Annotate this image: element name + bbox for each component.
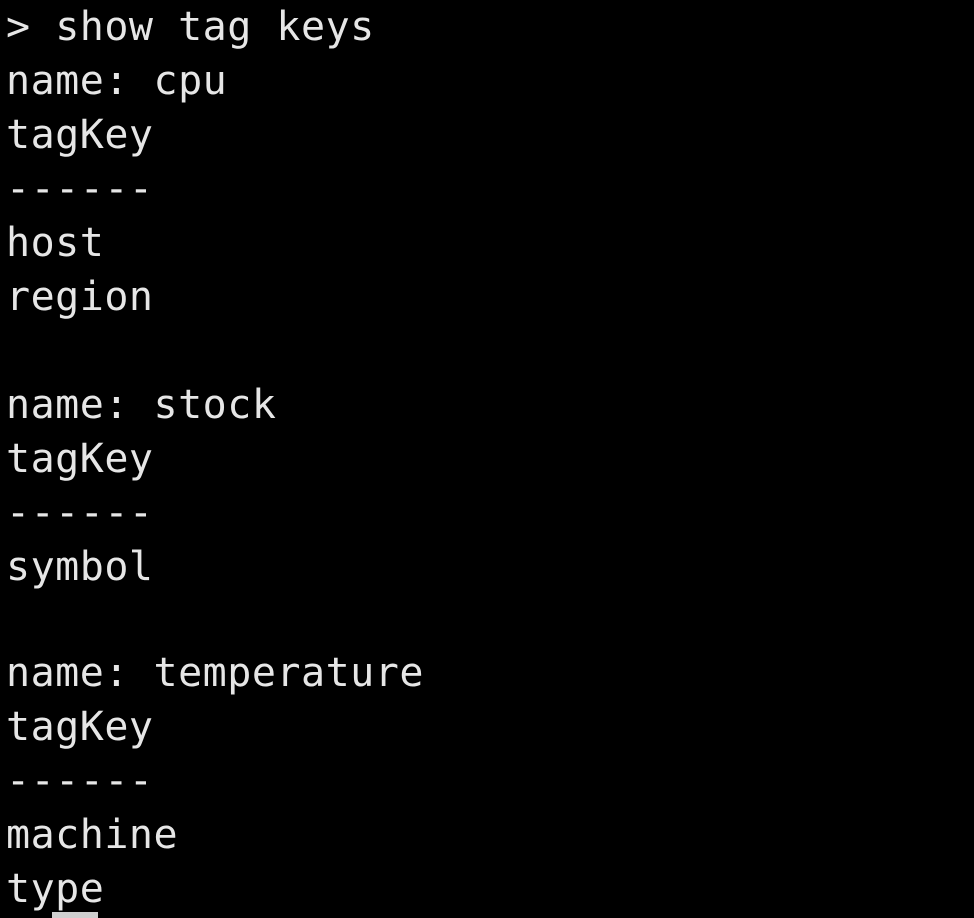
column-header: tagKey — [6, 436, 154, 482]
result-name-line: name: stock — [6, 382, 277, 428]
column-separator: ------ — [6, 758, 154, 804]
tag-key-value: type — [6, 866, 105, 912]
tag-key-value: region — [6, 274, 154, 320]
tag-key-value: host — [6, 220, 105, 266]
command-text: show tag keys — [55, 4, 375, 50]
tag-key-value: machine — [6, 812, 179, 858]
terminal-cursor — [52, 912, 98, 918]
terminal-window[interactable]: > show tag keys name: cpu tagKey ------ … — [0, 0, 974, 918]
command-line: > show tag keys — [6, 0, 375, 54]
tag-key-value: symbol — [6, 544, 154, 590]
column-header: tagKey — [6, 704, 154, 750]
column-separator: ------ — [6, 166, 154, 212]
result-name-line: name: temperature — [6, 650, 424, 696]
column-header: tagKey — [6, 112, 154, 158]
column-separator: ------ — [6, 490, 154, 536]
prompt-symbol: > — [6, 4, 31, 50]
result-name-line: name: cpu — [6, 58, 228, 104]
